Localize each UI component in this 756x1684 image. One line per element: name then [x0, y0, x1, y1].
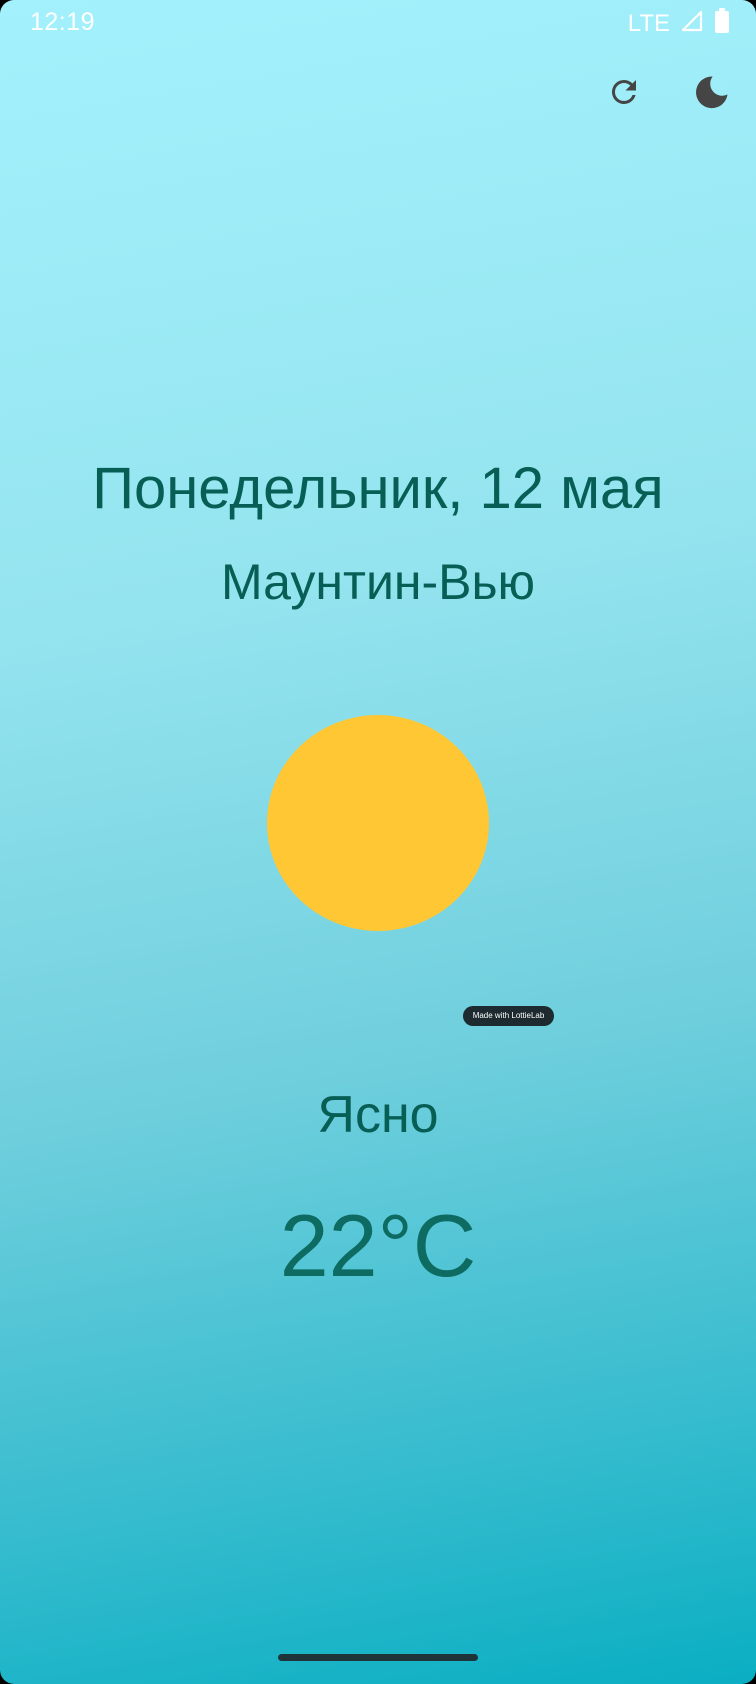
theme-toggle-button[interactable]: [688, 70, 736, 118]
city-label: Маунтин-Вью: [220, 554, 536, 610]
moon-icon: [693, 73, 731, 116]
signal-icon: [680, 9, 704, 38]
weather-condition: Ясно: [317, 1086, 439, 1144]
battery-icon: [714, 8, 730, 39]
weather-screen: 12:19 LTE Понедельник, 12 мая Маунтин-Вь…: [0, 0, 756, 1684]
network-type: LTE: [627, 9, 670, 37]
lottie-badge[interactable]: Made with LottieLab: [463, 1006, 554, 1026]
sun-icon: [267, 715, 489, 931]
top-actions: [600, 70, 736, 118]
status-bar: 12:19 LTE: [0, 0, 756, 44]
home-indicator[interactable]: [278, 1654, 478, 1661]
refresh-icon: [606, 74, 642, 115]
date-label: Понедельник, 12 мая: [92, 456, 664, 521]
temperature-value: 22°C: [279, 1196, 477, 1295]
refresh-button[interactable]: [600, 70, 648, 118]
status-time: 12:19: [30, 8, 96, 36]
status-indicators: LTE: [628, 8, 730, 39]
